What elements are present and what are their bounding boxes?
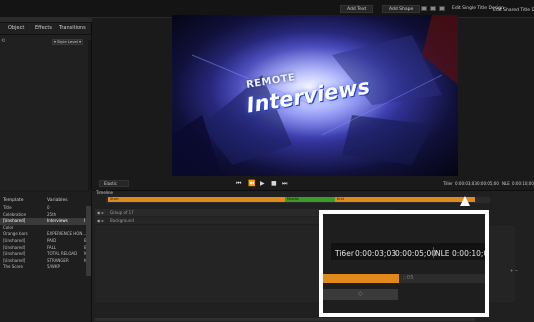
grid-row[interactable]: [Unshared] Interviews I (0, 218, 88, 225)
timeline-segment-start[interactable] (108, 197, 285, 202)
skip-back-icon[interactable]: ⏮ (236, 180, 241, 187)
grid-row[interactable]: [Unshared]FALLB (0, 245, 88, 252)
zoom-ruler-mark: ;:05 (403, 275, 414, 281)
eye-icon[interactable]: ◉ ▸ (97, 217, 104, 224)
zoom-callout-content: Ti6er 0:00:03;03 0:00:05;00 NLE 0:00:10;… (323, 214, 485, 313)
skip-forward-icon[interactable]: ⏭ (282, 180, 287, 187)
grid-row[interactable]: [Unshared]STRANGERM (0, 258, 88, 265)
grid-cell-template: Celebration (3, 211, 27, 217)
play-icon[interactable]: ▶ (260, 180, 265, 187)
panel-header (0, 18, 92, 23)
style-level-dropdown[interactable]: ▾ Style Level ▾ (52, 39, 83, 45)
timecode-nle: 0:00:10;00 (512, 181, 534, 186)
grid-cell-variable: PAID (47, 238, 57, 243)
layer-icon[interactable] (439, 6, 445, 11)
grid-cell-variable: FALL (47, 244, 57, 250)
rewind-icon[interactable]: ⏪ (248, 180, 255, 187)
zoom-nle-label: NLE (435, 249, 450, 258)
track-name: Background (110, 218, 134, 223)
variables-grid: Template Variables Title 0 Celebration 25th… (0, 192, 92, 322)
grid-cell-template: The Score (3, 264, 23, 270)
grid-row[interactable]: The Score 5/WKP (0, 264, 88, 271)
grid-row[interactable]: [Unshared]TOTAL RELOADM (0, 251, 88, 258)
grid-cell-template: [Unshared] (3, 257, 26, 263)
grid-row[interactable]: Celebration 25th (0, 212, 88, 219)
sync-icon[interactable]: ⟲ (1, 38, 9, 45)
grid-scrollbar[interactable] (86, 206, 91, 276)
image-icon[interactable] (421, 6, 427, 11)
add-shape-button[interactable]: Add Shape (382, 5, 421, 13)
marker-start: Start (110, 197, 119, 201)
tab-effects[interactable]: Effects (35, 25, 52, 31)
grid-row[interactable]: Color (0, 225, 88, 232)
edit-shared-title-design-button[interactable]: Edit Shared Title Design (487, 7, 534, 15)
eye-icon[interactable]: ◉ ▸ (97, 209, 104, 216)
stop-icon[interactable]: ■ (271, 180, 277, 187)
grid-cell-template: [Unshared] (3, 251, 26, 257)
zoom-tc-label: Ti6er (335, 249, 354, 258)
grid-cell-variable: TOTAL RELOAD (47, 251, 78, 257)
track-name: Group of 17 (110, 210, 134, 215)
grid-cell-variable: Interviews (47, 218, 68, 224)
timeline-label: Timeline (96, 190, 114, 195)
zoom-tc-current: 0:00:03;03 (355, 249, 396, 258)
grid-cell-variable: EXPERIENCE HON... (47, 231, 87, 237)
keyframe-icon: ◇ (358, 290, 363, 297)
grid-cell-template: Orange bars (3, 231, 28, 237)
grid-cell-variable: 5/WKP (47, 264, 60, 270)
timecode-duration: 0:00:05;00 (477, 181, 499, 186)
panel-scrollbar[interactable] (88, 40, 91, 190)
grid-cell-template: Title (3, 205, 12, 210)
grid-row[interactable]: Orange bars EXPERIENCE HON... (0, 231, 88, 238)
timeline-segment-end[interactable] (335, 197, 475, 202)
marker-middle: Middle (287, 197, 299, 201)
grid-cell-variable: STRANGER (47, 257, 69, 263)
grid-header-template[interactable]: Template (3, 198, 24, 203)
zoom-orange-segment (323, 274, 399, 283)
grid-row[interactable]: [Unshared]PAIDB (0, 238, 88, 245)
elastic-dropdown[interactable]: Elastic (99, 180, 129, 187)
grid-cell-template: [Unshared] (3, 218, 26, 224)
zoom-tc-nle: 0:00:10;00 (452, 249, 485, 258)
grid-cell-template: Color (3, 224, 14, 230)
grid-cell-template: [Unshared] (3, 238, 26, 243)
tab-divider (0, 34, 92, 35)
grid-row[interactable]: Title 0 (0, 205, 88, 212)
grid-cell-variable: 0 (47, 205, 50, 210)
zoom-separator (433, 247, 434, 258)
timecode-current: 0:00:03;03 (455, 181, 477, 186)
callout-pointer (460, 196, 470, 206)
grid-cell-variable: 25th (47, 211, 57, 217)
timeline-scrollbar[interactable] (95, 318, 475, 321)
nle-label: NLE (502, 181, 510, 186)
tab-transitions[interactable]: Transitions (59, 25, 86, 31)
zoom-tc-duration: 0:00:05;00 (395, 249, 436, 258)
inspector-panel: Object Effects Transitions ⟲ ▾ Style Lev… (0, 18, 92, 190)
marker-end: End (337, 197, 344, 201)
video-icon[interactable] (430, 6, 436, 11)
grid-header-variables[interactable]: Variables (47, 198, 68, 203)
grid-cell-template: [Unshared] (3, 244, 26, 250)
grid-cell-flag: I (84, 218, 86, 224)
zoom-callout: Ti6er 0:00:03;03 0:00:05;00 NLE 0:00:10;… (319, 210, 489, 317)
tab-object[interactable]: Object (8, 25, 24, 31)
zoom-controls-icon[interactable]: + − (510, 268, 518, 273)
add-text-button[interactable]: Add Text (340, 5, 374, 13)
timecode-label: Tiller (443, 181, 453, 186)
